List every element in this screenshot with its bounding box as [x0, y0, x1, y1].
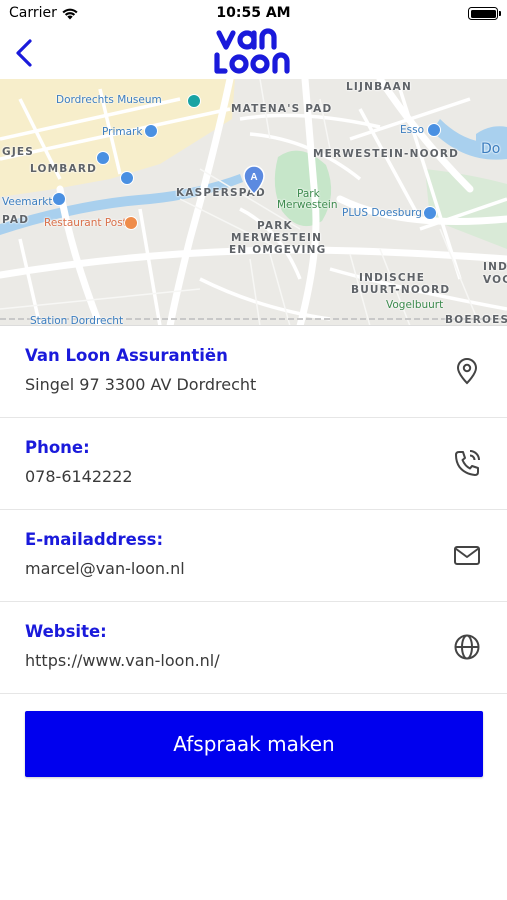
- map-street-label: VOG: [483, 274, 507, 286]
- map-poi-label: PLUS Doesburg: [342, 207, 422, 219]
- back-button[interactable]: [10, 36, 42, 70]
- nav-bar: van loon: [0, 28, 507, 79]
- status-time: 10:55 AM: [216, 5, 291, 21]
- svg-text:A: A: [250, 172, 257, 183]
- email-value: marcel@van-loon.nl: [25, 559, 185, 578]
- map-poi-label: Dordrechts Museum: [56, 94, 162, 106]
- email-row[interactable]: E-mailaddress: marcel@van-loon.nl: [0, 510, 507, 602]
- phone-label: Phone:: [25, 438, 90, 457]
- map-street-label: EN OMGEVING: [229, 244, 327, 256]
- phone-row[interactable]: Phone: 078-6142222: [0, 418, 507, 510]
- shopping-icon: [423, 206, 437, 220]
- map-poi-label: Do: [481, 141, 501, 157]
- map-poi-label: Station Dordrecht: [30, 315, 124, 326]
- map-marker-icon[interactable]: A: [243, 165, 265, 195]
- email-label: E-mailaddress:: [25, 530, 164, 549]
- map-street-label: MERWESTEIN-NOORD: [313, 148, 460, 160]
- battery-icon: [468, 7, 501, 20]
- map-poi-label: Vogelbuurt: [386, 299, 444, 311]
- museum-icon: [187, 94, 201, 108]
- map-street-label: BOEROES: [445, 314, 507, 326]
- gas-station-icon: [427, 123, 441, 137]
- location-pin-icon[interactable]: [452, 356, 482, 386]
- shopping-icon: [96, 151, 110, 165]
- map-poi-label: Esso: [400, 124, 424, 136]
- location-icon: [52, 192, 66, 206]
- shopping-icon: [120, 171, 134, 185]
- contact-info-list: Van Loon Assurantiën Singel 97 3300 AV D…: [0, 326, 507, 694]
- map-street-label: MATENA'S PAD: [231, 103, 333, 115]
- map-street-label: MERWESTEIN: [231, 232, 323, 244]
- map-street-label: BUURT-NOORD: [351, 284, 451, 296]
- phone-value: 078-6142222: [25, 467, 133, 486]
- map-street-label: LOMBARD: [30, 163, 98, 175]
- map-street-label: LIJNBAAN: [346, 81, 412, 93]
- website-value: https://www.van-loon.nl/: [25, 651, 220, 670]
- map-poi-label: Merwestein: [277, 199, 338, 211]
- location-map[interactable]: LIJNBAAN MATENA'S PAD MERWESTEIN-NOORD G…: [0, 79, 507, 326]
- website-row[interactable]: Website: https://www.van-loon.nl/: [0, 602, 507, 694]
- phone-icon[interactable]: [452, 448, 482, 478]
- status-bar: Carrier 10:55 AM: [0, 0, 507, 28]
- mail-icon[interactable]: [452, 540, 482, 570]
- map-street-label: PAD: [2, 214, 30, 226]
- shopping-icon: [144, 124, 158, 138]
- map-poi-label: Restaurant Post: [44, 217, 127, 229]
- map-street-label: GJES: [2, 146, 35, 158]
- van-loon-logo: van loon: [209, 28, 301, 78]
- map-street-label: INDISCHE: [359, 272, 426, 284]
- globe-icon[interactable]: [452, 632, 482, 662]
- restaurant-icon: [124, 216, 138, 230]
- map-street-label: PARK: [257, 220, 293, 232]
- make-appointment-button[interactable]: Afspraak maken: [25, 711, 483, 777]
- map-poi-label: Primark: [102, 126, 143, 138]
- map-street-label: IND: [483, 261, 507, 273]
- address-value: Singel 97 3300 AV Dordrecht: [25, 375, 257, 394]
- chevron-left-icon: [16, 39, 32, 67]
- company-name: Van Loon Assurantiën: [25, 346, 228, 365]
- map-poi-label: Veemarkt: [2, 196, 53, 208]
- address-row[interactable]: Van Loon Assurantiën Singel 97 3300 AV D…: [0, 326, 507, 418]
- website-label: Website:: [25, 622, 107, 641]
- make-appointment-label: Afspraak maken: [173, 732, 335, 756]
